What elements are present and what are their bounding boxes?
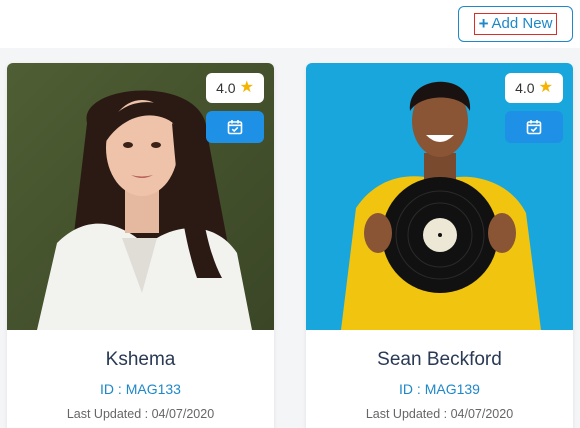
calendar-check-icon	[227, 120, 243, 135]
last-updated: Last Updated : 04/07/2020	[66, 407, 215, 421]
profile-id: ID : MAG139	[399, 381, 480, 397]
add-new-button[interactable]: + Add New	[458, 6, 573, 42]
profile-photo	[306, 63, 573, 330]
profile-name: Sean Beckford	[377, 349, 502, 370]
profile-name: Kshema	[105, 349, 176, 370]
calendar-check-icon	[526, 120, 542, 135]
schedule-button[interactable]	[206, 111, 264, 143]
profile-id: ID : MAG133	[100, 381, 181, 397]
rating-value: 4.0	[515, 80, 535, 96]
plus-icon: +	[478, 14, 489, 33]
rating-badge: 4.0 ★	[206, 73, 264, 103]
last-updated: Last Updated : 04/07/2020	[365, 407, 514, 421]
star-icon: ★	[538, 79, 553, 96]
add-new-button-inner[interactable]: + Add New	[473, 13, 558, 35]
star-icon: ★	[239, 79, 254, 96]
profile-photo	[7, 63, 274, 330]
rating-value: 4.0	[216, 80, 236, 96]
profile-card[interactable]: 4.0 ★ Sean Beckford ID : MAG139 Last Upd…	[306, 63, 573, 428]
add-new-label: Add New	[491, 15, 553, 32]
profile-card[interactable]: 4.0 ★ Kshema ID : MAG133 Last Updated : …	[7, 63, 274, 428]
rating-badge: 4.0 ★	[505, 73, 563, 103]
schedule-button[interactable]	[505, 111, 563, 143]
